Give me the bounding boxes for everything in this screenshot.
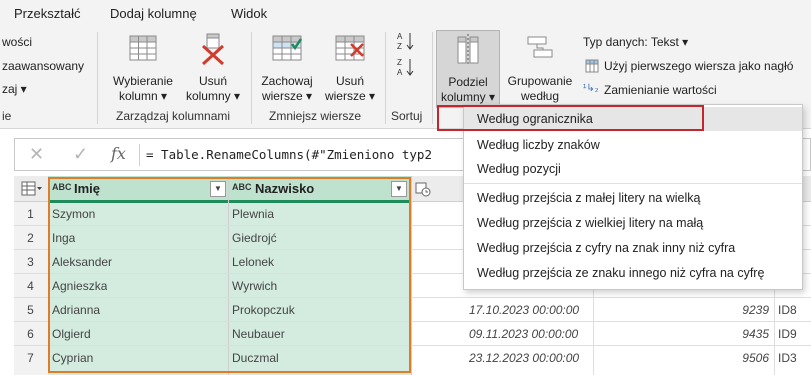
ribbon-partial-group-label: ie bbox=[2, 109, 12, 123]
cell-date[interactable]: 17.10.2023 00:00:00 bbox=[469, 303, 579, 317]
sort-descending-icon[interactable]: Z A bbox=[396, 56, 416, 78]
svg-text:Z: Z bbox=[397, 58, 402, 67]
fx-icon[interactable]: fx bbox=[111, 144, 126, 163]
tab-transform[interactable]: Przekształć bbox=[14, 6, 80, 21]
cell-id[interactable]: ID8 bbox=[778, 303, 797, 317]
formula-input[interactable]: = Table.RenameColumns(#"Zmieniono typ2 bbox=[146, 147, 432, 162]
menu-item-digit-to-non-digit[interactable]: Według przejścia z cyfry na znak inny ni… bbox=[464, 236, 802, 260]
remove-rows-icon bbox=[335, 35, 365, 61]
split-column-button[interactable]: Podziel kolumny ▾ bbox=[436, 30, 500, 108]
tab-add-column[interactable]: Dodaj kolumnę bbox=[110, 6, 197, 21]
cell-date[interactable]: 23.12.2023 00:00:00 bbox=[469, 351, 579, 365]
svg-text:A: A bbox=[397, 68, 403, 77]
menu-separator bbox=[464, 183, 802, 184]
remove-columns-button[interactable]: Usuń kolumny ▾ bbox=[182, 30, 244, 106]
choose-columns-button[interactable]: Wybieranie kolumn ▾ bbox=[107, 30, 179, 106]
cancel-icon[interactable]: ✕ bbox=[29, 144, 44, 165]
ribbon-partial-1[interactable]: wości bbox=[2, 35, 32, 49]
remove-columns-label: Usuń kolumny ▾ bbox=[185, 74, 241, 103]
use-first-row-button[interactable]: Użyj pierwszego wiersza jako nagłó bbox=[604, 59, 793, 73]
datetime-type-icon[interactable] bbox=[415, 181, 431, 197]
row-number: 1 bbox=[27, 207, 34, 221]
row-number: 2 bbox=[27, 231, 34, 245]
group-by-icon bbox=[527, 36, 553, 58]
row-number: 3 bbox=[27, 255, 34, 269]
split-column-icon bbox=[457, 34, 479, 66]
group-by-label: Grupowanie według bbox=[507, 74, 573, 103]
cell-date[interactable]: 09.11.2023 00:00:00 bbox=[469, 327, 578, 341]
split-column-label: Podziel kolumny ▾ bbox=[440, 75, 496, 104]
svg-text:A: A bbox=[397, 32, 403, 41]
keep-rows-button[interactable]: Zachowaj wiersze ▾ bbox=[256, 30, 318, 106]
row-number: 6 bbox=[27, 327, 34, 341]
remove-rows-button[interactable]: Usuń wiersze ▾ bbox=[322, 30, 378, 106]
group-by-button[interactable]: Grupowanie według bbox=[503, 30, 577, 106]
row-number: 4 bbox=[27, 279, 34, 293]
cell-number[interactable]: 9506 bbox=[694, 351, 769, 365]
ribbon-separator bbox=[97, 32, 98, 124]
reduce-rows-group-label: Zmniejsz wiersze bbox=[269, 109, 362, 123]
ribbon-separator bbox=[251, 32, 252, 124]
split-column-menu: Według ogranicznika Według liczby znaków… bbox=[437, 104, 803, 290]
svg-text:Z: Z bbox=[397, 42, 402, 51]
menu-item-lower-to-upper[interactable]: Według przejścia z małej litery na wielk… bbox=[464, 186, 802, 210]
cell-id[interactable]: ID9 bbox=[778, 327, 797, 341]
ribbon-tabs: Przekształć Dodaj kolumnę Widok bbox=[0, 0, 811, 26]
confirm-icon[interactable]: ✓ bbox=[73, 144, 88, 165]
sort-group-label: Sortuj bbox=[391, 109, 423, 123]
ribbon-partial-2[interactable]: zaawansowany bbox=[2, 59, 84, 73]
remove-rows-label: Usuń wiersze ▾ bbox=[324, 74, 376, 103]
ribbon-separator bbox=[385, 32, 386, 124]
cell-number[interactable]: 9435 bbox=[694, 327, 769, 341]
selected-columns-outline bbox=[48, 177, 411, 373]
keep-rows-icon bbox=[272, 35, 303, 61]
tab-view[interactable]: Widok bbox=[231, 6, 267, 21]
replace-values-button[interactable]: Zamienianie wartości bbox=[604, 83, 717, 97]
replace-values-icon: ¹↳₂ bbox=[583, 83, 599, 94]
choose-columns-label: Wybieranie kolumn ▾ bbox=[113, 74, 173, 103]
remove-columns-icon bbox=[201, 33, 225, 66]
menu-item-upper-to-lower[interactable]: Według przejścia z wielkiej litery na ma… bbox=[464, 211, 802, 235]
table-menu-icon[interactable] bbox=[21, 181, 43, 197]
choose-columns-icon bbox=[129, 35, 157, 61]
menu-item-by-number-of-characters[interactable]: Według liczby znaków bbox=[464, 133, 802, 157]
row-number: 5 bbox=[27, 303, 34, 317]
menu-highlight-outline bbox=[437, 105, 704, 131]
sort-ascending-icon[interactable]: A Z bbox=[396, 30, 416, 52]
cell-id[interactable]: ID3 bbox=[778, 351, 797, 365]
menu-item-by-positions[interactable]: Według pozycji bbox=[464, 157, 802, 181]
menu-item-non-digit-to-digit[interactable]: Według przejścia ze znaku innego niż cyf… bbox=[464, 261, 802, 285]
formula-divider bbox=[139, 144, 140, 166]
row-number: 7 bbox=[27, 351, 34, 365]
ribbon-partial-3[interactable]: zaj ▾ bbox=[2, 82, 27, 96]
cell-number[interactable]: 9239 bbox=[694, 303, 769, 317]
manage-columns-group-label: Zarządzaj kolumnami bbox=[116, 109, 231, 123]
data-type-dropdown[interactable]: Typ danych: Tekst ▾ bbox=[583, 35, 688, 49]
first-row-header-icon bbox=[585, 59, 599, 73]
keep-rows-label: Zachowaj wiersze ▾ bbox=[261, 74, 313, 103]
ribbon-separator bbox=[432, 32, 433, 124]
